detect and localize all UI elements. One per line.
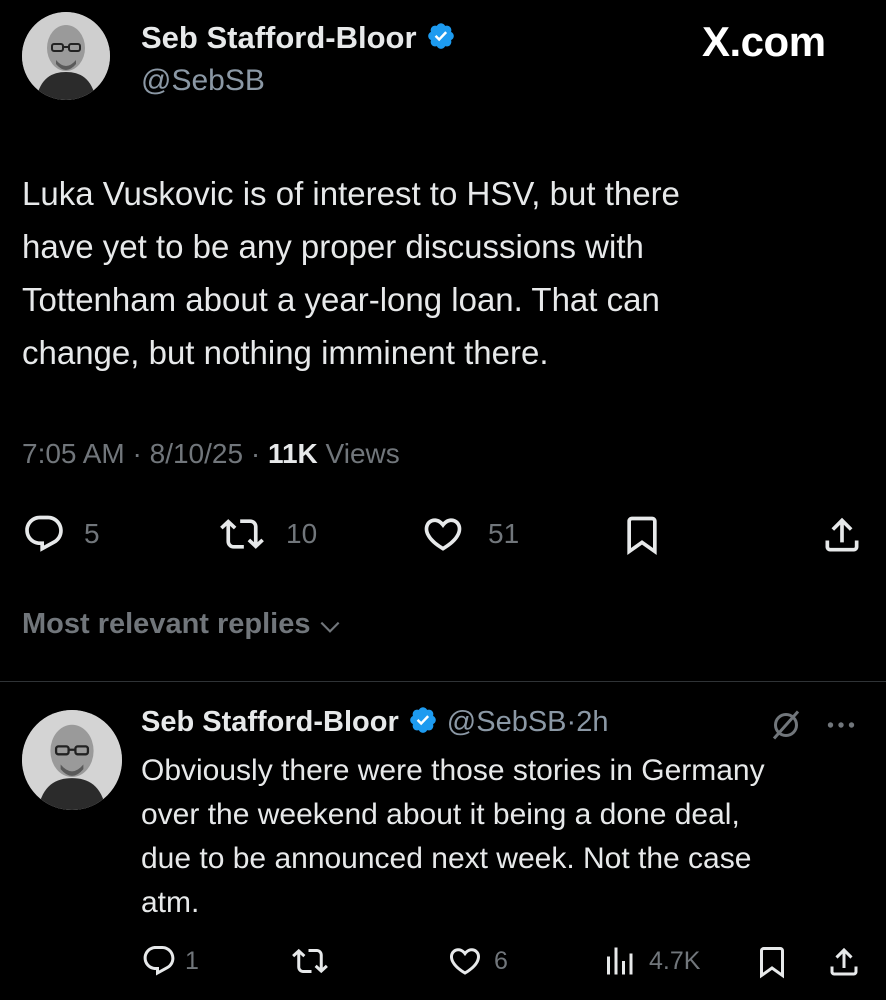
post-text-line: Tottenham about a year-long loan. That c… xyxy=(22,281,660,318)
reply-reply-count: 1 xyxy=(185,946,199,975)
reply-author-avatar[interactable] xyxy=(22,710,122,810)
post-text-line: have yet to be any proper discussions wi… xyxy=(22,228,644,265)
reply-button[interactable]: 5 xyxy=(22,512,100,556)
post-text-line: Luka Vuskovic is of interest to HSV, but… xyxy=(22,175,680,212)
replies-sort-label: Most relevant replies xyxy=(22,608,311,640)
reply-author-name[interactable]: Seb Stafford-Bloor xyxy=(141,706,399,739)
post-meta: 7:05 AM · 8/10/25 · 11K Views xyxy=(22,438,400,470)
reply-text-line: due to be announced next week. Not the c… xyxy=(141,842,752,875)
meta-separator: · xyxy=(250,438,268,469)
divider xyxy=(0,681,886,682)
verified-badge-icon xyxy=(426,21,456,56)
reply-like-button[interactable]: 6 xyxy=(446,943,508,979)
more-options-icon[interactable] xyxy=(821,707,861,743)
reply-icon xyxy=(143,946,175,976)
bookmark-button[interactable] xyxy=(620,512,664,558)
share-icon[interactable] xyxy=(826,943,862,981)
share-button[interactable] xyxy=(820,512,864,558)
author-avatar[interactable] xyxy=(22,12,110,100)
repost-icon xyxy=(292,948,328,974)
verified-badge-icon xyxy=(408,705,438,740)
grok-icon[interactable] xyxy=(768,707,804,743)
reply-views-button[interactable]: 4.7K xyxy=(601,943,700,979)
reply-text-line: Obviously there were those stories in Ge… xyxy=(141,754,765,787)
heart-icon xyxy=(449,948,481,975)
reply-count: 5 xyxy=(84,518,100,549)
reply-like-count: 6 xyxy=(494,946,508,975)
chevron-down-icon xyxy=(320,621,339,633)
reply-text-line: atm. xyxy=(141,886,200,919)
meta-separator: · xyxy=(132,438,150,469)
repost-count: 10 xyxy=(286,518,318,549)
post-time[interactable]: 7:05 AM xyxy=(22,438,125,469)
replies-sort-dropdown[interactable]: Most relevant replies xyxy=(22,608,343,641)
like-count: 51 xyxy=(488,518,520,549)
views-label: Views xyxy=(325,438,400,469)
repost-button[interactable]: 10 xyxy=(218,512,317,556)
post-text: Luka Vuskovic is of interest to HSV, but… xyxy=(22,167,872,379)
like-button[interactable]: 51 xyxy=(420,512,519,556)
post-date[interactable]: 8/10/25 xyxy=(150,438,243,469)
analytics-icon xyxy=(607,947,633,975)
post-text-line: change, but nothing imminent there. xyxy=(22,334,549,371)
x-brand-logo: X.com xyxy=(702,18,826,65)
reply-text: Obviously there were those stories in Ge… xyxy=(141,749,871,925)
reply-views-count: 4.7K xyxy=(649,946,701,975)
author-handle[interactable]: @SebSB xyxy=(141,64,265,98)
author-name[interactable]: Seb Stafford-Bloor xyxy=(141,20,417,56)
reply-age[interactable]: 2h xyxy=(576,706,608,739)
meta-separator: · xyxy=(566,706,577,738)
reply-repost-button[interactable] xyxy=(290,943,330,979)
reply-icon xyxy=(25,515,63,552)
reply-text-line: over the weekend about it being a done d… xyxy=(141,798,740,831)
views-count: 11K xyxy=(267,438,318,469)
share-icon xyxy=(825,517,859,552)
repost-icon xyxy=(220,519,264,549)
reply-author-handle[interactable]: @SebSB xyxy=(447,706,567,739)
bookmark-icon[interactable] xyxy=(754,943,790,981)
reply-reply-button[interactable]: 1 xyxy=(141,943,199,979)
bookmark-icon xyxy=(627,516,657,556)
heart-icon xyxy=(424,518,462,551)
